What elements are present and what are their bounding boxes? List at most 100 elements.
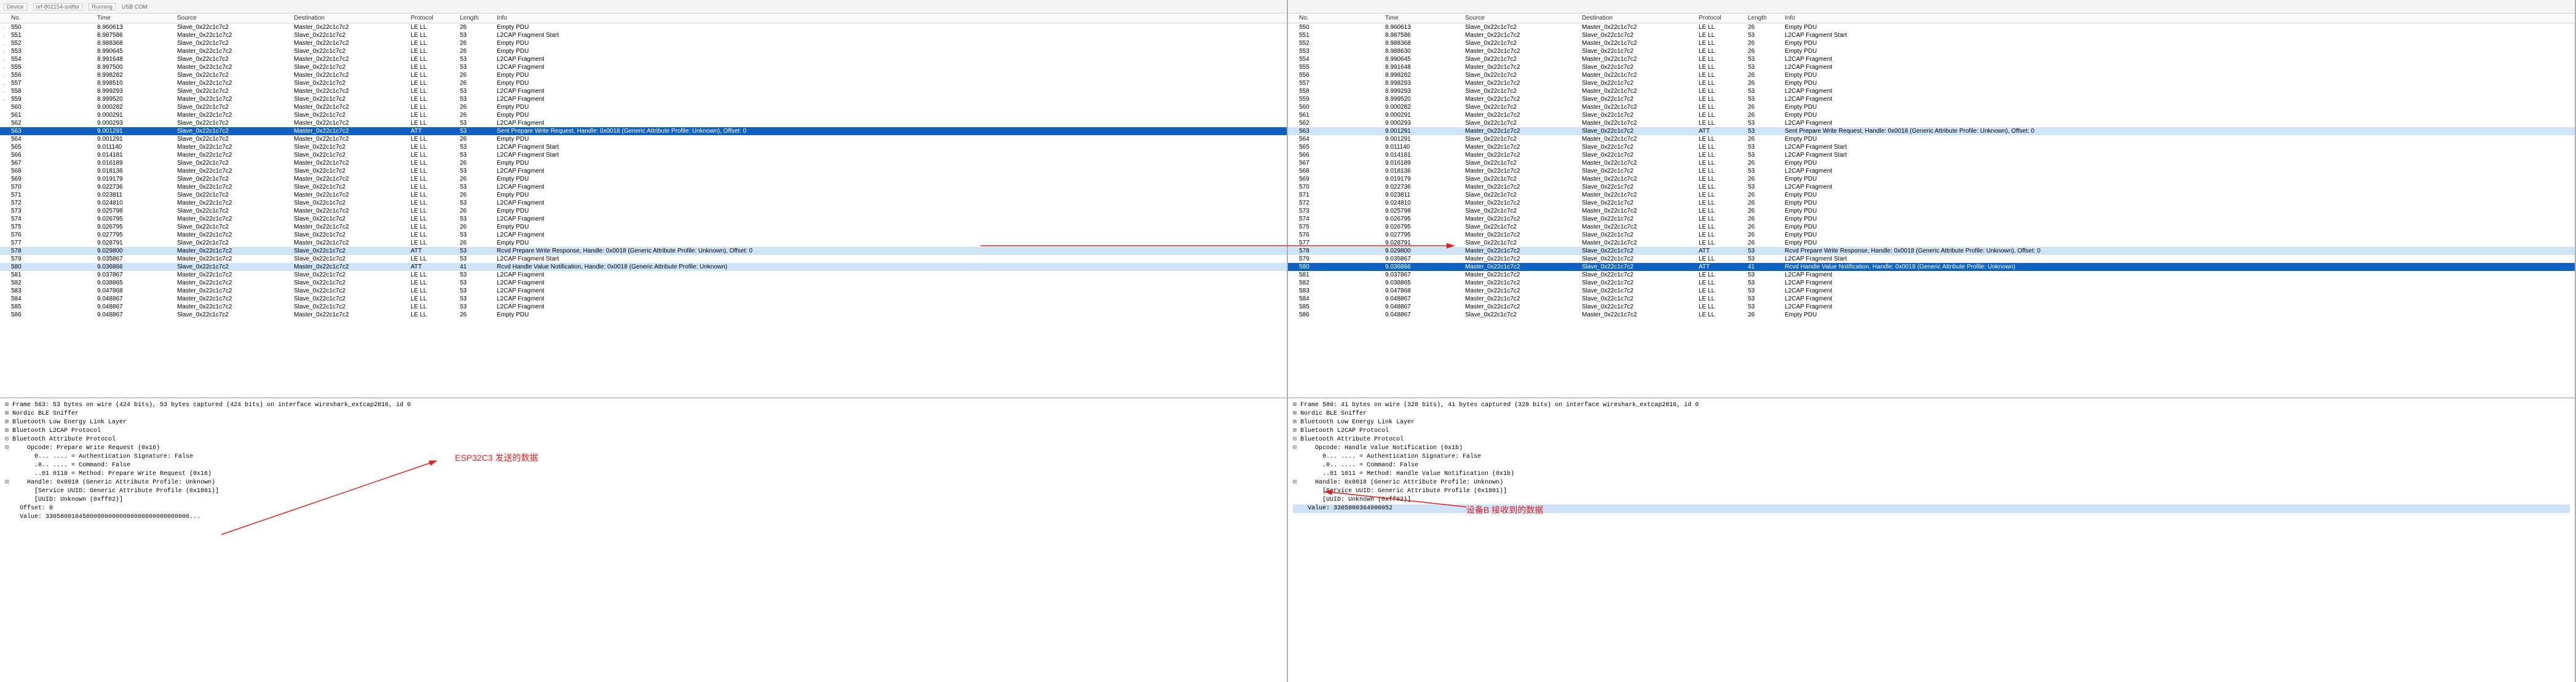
detail-line[interactable]: Value: 330580010450000000000000000000000… <box>5 513 1282 522</box>
column-header[interactable]: Time <box>1383 14 1463 23</box>
detail-line[interactable]: Bluetooth Low Energy Link Layer <box>5 418 1282 427</box>
packet-row[interactable]: 5669.014181Master_0x22c1c7c2Slave_0x22c1… <box>0 151 1287 159</box>
column-header[interactable]: Destination <box>291 14 408 23</box>
packet-row[interactable]: 5709.022736Master_0x22c1c7c2Slave_0x22c1… <box>0 183 1287 191</box>
packet-row[interactable]: 5859.048867Master_0x22c1c7c2Slave_0x22c1… <box>0 303 1287 311</box>
packet-row[interactable]: 5869.048867Slave_0x22c1c7c2Master_0x22c1… <box>0 311 1287 319</box>
detail-line[interactable]: Nordic BLE Sniffer <box>5 410 1282 418</box>
detail-line[interactable]: Bluetooth L2CAP Protocol <box>5 427 1282 436</box>
packet-row[interactable]: 5679.016189Slave_0x22c1c7c2Master_0x22c1… <box>1288 159 2575 167</box>
packet-row[interactable]: 5629.000293Slave_0x22c1c7c2Master_0x22c1… <box>1288 119 2575 127</box>
detail-line[interactable]: ..01 1011 = Method: Handle Value Notific… <box>1293 470 2570 479</box>
column-header[interactable]: Length <box>457 14 494 23</box>
detail-line[interactable]: Nordic BLE Sniffer <box>1293 410 2570 418</box>
packet-row[interactable]: .5528.988368Slave_0x22c1c7c2Master_0x22c… <box>0 39 1287 47</box>
packet-details-right[interactable]: Frame 580: 41 bytes on wire (328 bits), … <box>1288 398 2575 682</box>
packet-row[interactable]: 5809.036866Slave_0x22c1c7c2Master_0x22c1… <box>0 263 1287 271</box>
column-header[interactable]: Source <box>175 14 291 23</box>
column-header[interactable]: Info <box>494 14 1287 23</box>
packet-row[interactable]: .5518.987586Master_0x22c1c7c2Slave_0x22c… <box>0 31 1287 39</box>
packet-row[interactable]: 5779.028791Slave_0x22c1c7c2Master_0x22c1… <box>0 239 1287 247</box>
detail-line[interactable]: Frame 563: 53 bytes on wire (424 bits), … <box>5 401 1282 410</box>
detail-line[interactable]: Frame 580: 41 bytes on wire (328 bits), … <box>1293 401 2570 410</box>
detail-line[interactable]: [Service UUID: Generic Attribute Profile… <box>1293 487 2570 496</box>
detail-line[interactable]: 0... .... = Authentication Signature: Fa… <box>5 453 1282 461</box>
packet-row[interactable]: 5769.027795Master_0x22c1c7c2Slave_0x22c1… <box>0 231 1287 239</box>
packet-row[interactable]: 5859.048867Master_0x22c1c7c2Slave_0x22c1… <box>1288 303 2575 311</box>
packet-row[interactable]: .5568.998282Slave_0x22c1c7c2Master_0x22c… <box>0 71 1287 79</box>
packet-row[interactable]: .5598.999520Master_0x22c1c7c2Slave_0x22c… <box>0 95 1287 103</box>
packet-row[interactable]: 5689.018136Master_0x22c1c7c2Slave_0x22c1… <box>1288 167 2575 175</box>
packet-row[interactable]: 5649.001291Slave_0x22c1c7c2Master_0x22c1… <box>0 135 1287 143</box>
detail-line[interactable]: Bluetooth Low Energy Link Layer <box>1293 418 2570 427</box>
column-header[interactable] <box>1288 14 1297 23</box>
packet-row[interactable]: 5849.048867Master_0x22c1c7c2Slave_0x22c1… <box>0 295 1287 303</box>
packet-row[interactable]: 5568.998282Slave_0x22c1c7c2Master_0x22c1… <box>1288 71 2575 79</box>
toolbar-filter[interactable]: nrf-802154-sniffer <box>33 3 83 10</box>
detail-line[interactable]: Bluetooth L2CAP Protocol <box>1293 427 2570 436</box>
column-header[interactable]: No. <box>9 14 95 23</box>
packet-row[interactable]: 5609.000282Slave_0x22c1c7c2Master_0x22c1… <box>0 103 1287 111</box>
column-header[interactable]: Info <box>1782 14 2575 23</box>
packet-row[interactable]: 5729.024810Master_0x22c1c7c2Slave_0x22c1… <box>0 199 1287 207</box>
packet-row[interactable]: 5619.000291Master_0x22c1c7c2Slave_0x22c1… <box>1288 111 2575 119</box>
packet-row[interactable]: 5558.991648Master_0x22c1c7c2Slave_0x22c1… <box>1288 63 2575 71</box>
packet-row[interactable]: 5508.960613Slave_0x22c1c7c2Master_0x22c1… <box>1288 23 2575 32</box>
detail-line[interactable]: Handle: 0x0018 (Generic Attribute Profil… <box>1293 479 2570 487</box>
packet-row[interactable]: 5639.001291Master_0x22c1c7c2Slave_0x22c1… <box>1288 127 2575 135</box>
packet-row[interactable]: 5659.011140Master_0x22c1c7c2Slave_0x22c1… <box>1288 143 2575 151</box>
detail-line[interactable]: [UUID: Unknown (0xff02)] <box>5 496 1282 504</box>
column-header[interactable]: Destination <box>1579 14 1696 23</box>
packet-row[interactable]: 5518.987586Master_0x22c1c7c2Slave_0x22c1… <box>1288 31 2575 39</box>
packet-row[interactable]: 5598.999520Master_0x22c1c7c2Slave_0x22c1… <box>1288 95 2575 103</box>
packet-row[interactable]: .5538.990645Master_0x22c1c7c2Slave_0x22c… <box>0 47 1287 55</box>
packet-row[interactable]: 5849.048867Master_0x22c1c7c2Slave_0x22c1… <box>1288 295 2575 303</box>
detail-line[interactable]: 0... .... = Authentication Signature: Fa… <box>1293 453 2570 461</box>
detail-line[interactable]: Value: 3305800364900052 <box>1293 504 2570 513</box>
packet-row[interactable]: 5528.988368Slave_0x22c1c7c2Master_0x22c1… <box>1288 39 2575 47</box>
packet-row[interactable]: 5659.011140Master_0x22c1c7c2Slave_0x22c1… <box>0 143 1287 151</box>
packet-row[interactable]: .5508.960613Slave_0x22c1c7c2Master_0x22c… <box>0 23 1287 32</box>
column-header[interactable]: Source <box>1463 14 1579 23</box>
packet-row[interactable]: 5749.026795Master_0x22c1c7c2Slave_0x22c1… <box>0 215 1287 223</box>
packet-row[interactable]: 5719.023811Slave_0x22c1c7c2Master_0x22c1… <box>1288 191 2575 199</box>
column-header[interactable] <box>0 14 9 23</box>
packet-row[interactable]: 5619.000291Master_0x22c1c7c2Slave_0x22c1… <box>0 111 1287 119</box>
packet-row[interactable]: 5588.999293Slave_0x22c1c7c2Master_0x22c1… <box>1288 87 2575 95</box>
detail-line[interactable]: Handle: 0x0018 (Generic Attribute Profil… <box>5 479 1282 487</box>
packet-row[interactable]: 5829.038865Master_0x22c1c7c2Slave_0x22c1… <box>0 279 1287 287</box>
packet-row[interactable]: .5588.999293Slave_0x22c1c7c2Master_0x22c… <box>0 87 1287 95</box>
packet-row[interactable]: 5578.998293Master_0x22c1c7c2Slave_0x22c1… <box>1288 79 2575 87</box>
packet-row[interactable]: 5799.035867Master_0x22c1c7c2Slave_0x22c1… <box>0 255 1287 263</box>
column-header[interactable]: Protocol <box>1696 14 1745 23</box>
packet-row[interactable]: .5578.998510Master_0x22c1c7c2Slave_0x22c… <box>0 79 1287 87</box>
packet-row[interactable]: 5548.990645Slave_0x22c1c7c2Master_0x22c1… <box>1288 55 2575 63</box>
packet-row[interactable]: 5869.048867Slave_0x22c1c7c2Master_0x22c1… <box>1288 311 2575 319</box>
packet-row[interactable]: 5839.047868Master_0x22c1c7c2Slave_0x22c1… <box>0 287 1287 295</box>
packet-row[interactable]: 5819.037867Master_0x22c1c7c2Slave_0x22c1… <box>1288 271 2575 279</box>
packet-row[interactable]: 5759.026795Slave_0x22c1c7c2Master_0x22c1… <box>1288 223 2575 231</box>
packet-row[interactable]: 5538.988630Master_0x22c1c7c2Slave_0x22c1… <box>1288 47 2575 55</box>
packet-row[interactable]: 5639.001291Slave_0x22c1c7c2Master_0x22c1… <box>0 127 1287 135</box>
packet-list-left[interactable]: No.TimeSourceDestinationProtocolLengthIn… <box>0 14 1287 398</box>
detail-line[interactable]: [UUID: Unknown (0xff02)] <box>1293 496 2570 504</box>
detail-line[interactable]: Bluetooth Attribute Protocol <box>5 436 1282 444</box>
packet-row[interactable]: 5829.038865Master_0x22c1c7c2Slave_0x22c1… <box>1288 279 2575 287</box>
packet-row[interactable]: 5759.026795Slave_0x22c1c7c2Master_0x22c1… <box>0 223 1287 231</box>
packet-row[interactable]: .5548.991648Slave_0x22c1c7c2Master_0x22c… <box>0 55 1287 63</box>
packet-row[interactable]: 5739.025798Slave_0x22c1c7c2Master_0x22c1… <box>0 207 1287 215</box>
detail-line[interactable]: Offset: 0 <box>5 504 1282 513</box>
packet-row[interactable]: 5699.019179Slave_0x22c1c7c2Master_0x22c1… <box>1288 175 2575 183</box>
detail-line[interactable]: Bluetooth Attribute Protocol <box>1293 436 2570 444</box>
packet-row[interactable]: 5699.019179Slave_0x22c1c7c2Master_0x22c1… <box>0 175 1287 183</box>
packet-row[interactable]: 5689.018136Master_0x22c1c7c2Slave_0x22c1… <box>0 167 1287 175</box>
detail-line[interactable]: Opcode: Prepare Write Request (0x16) <box>5 444 1282 453</box>
packet-row[interactable]: 5739.025798Slave_0x22c1c7c2Master_0x22c1… <box>1288 207 2575 215</box>
detail-line[interactable]: [Service UUID: Generic Attribute Profile… <box>5 487 1282 496</box>
packet-row[interactable]: 5669.014181Master_0x22c1c7c2Slave_0x22c1… <box>1288 151 2575 159</box>
packet-row[interactable]: 5769.027795Master_0x22c1c7c2Slave_0x22c1… <box>1288 231 2575 239</box>
packet-row[interactable]: 5709.022736Master_0x22c1c7c2Slave_0x22c1… <box>1288 183 2575 191</box>
packet-row[interactable]: 5809.036866Master_0x22c1c7c2Slave_0x22c1… <box>1288 263 2575 271</box>
column-header[interactable]: Length <box>1745 14 1782 23</box>
packet-row[interactable]: 5719.023811Slave_0x22c1c7c2Master_0x22c1… <box>0 191 1287 199</box>
